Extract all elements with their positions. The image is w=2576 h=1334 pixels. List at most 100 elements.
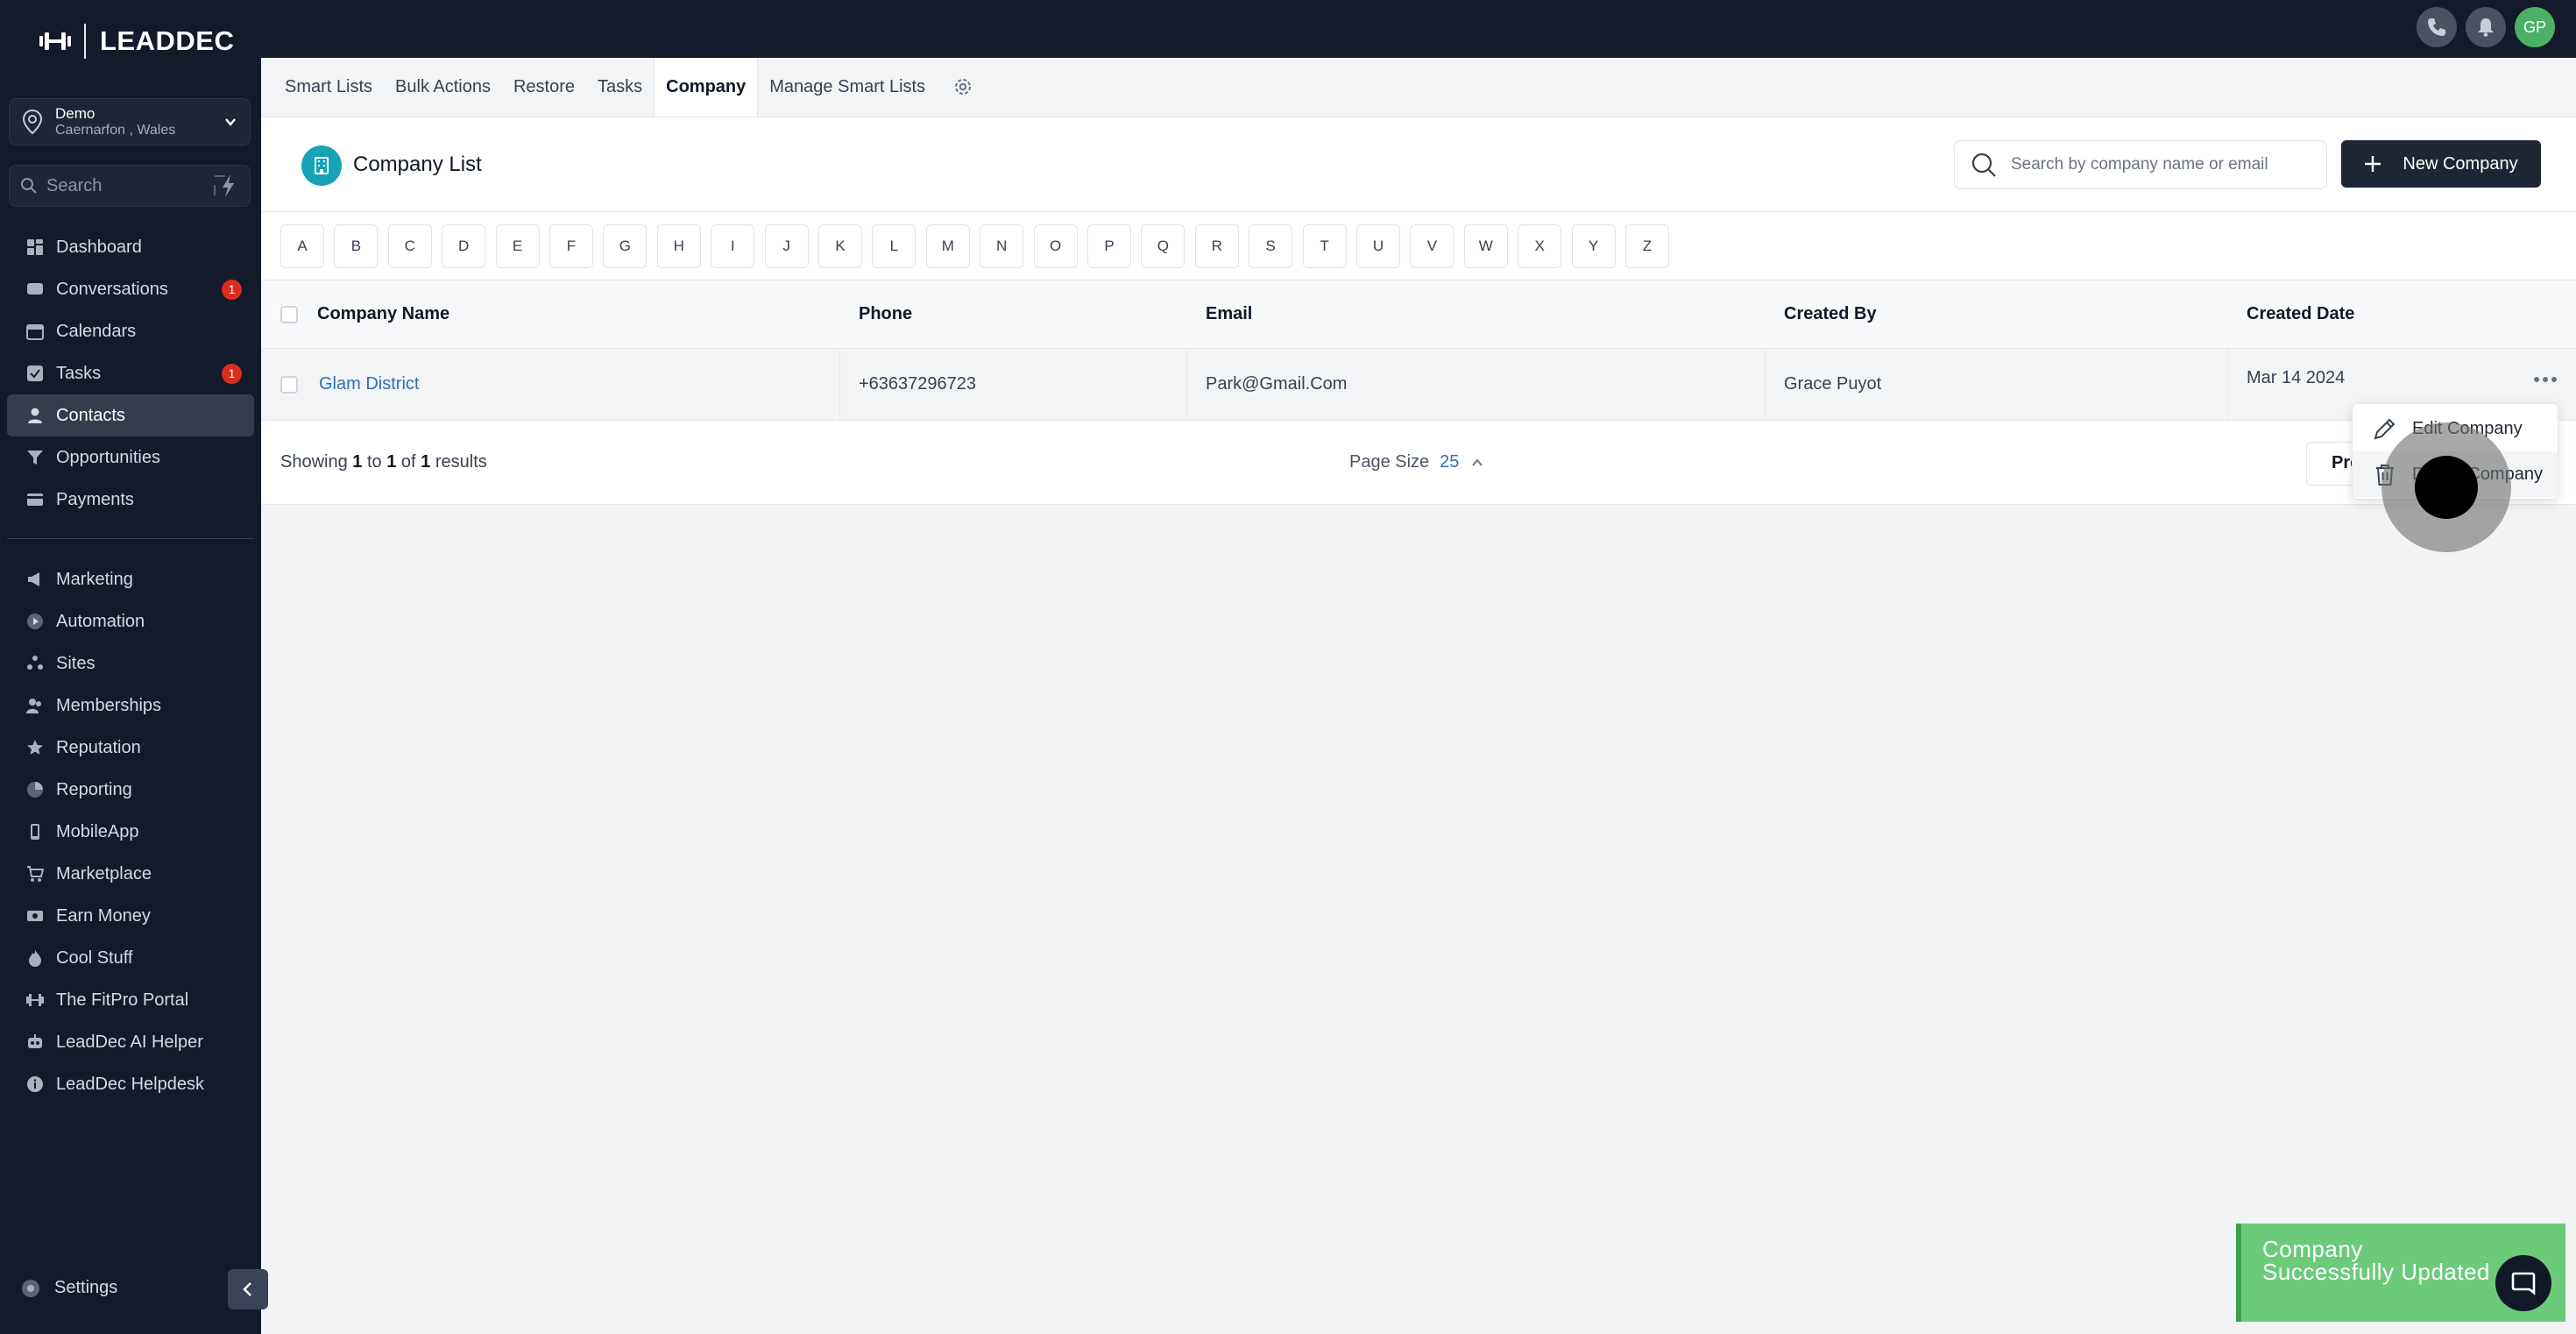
letter-filter-v[interactable]: V [1410,224,1454,268]
sidebar-item-tasks[interactable]: Tasks 1 [7,352,254,394]
notifications-button[interactable] [2466,7,2506,47]
letter-filter-q[interactable]: Q [1141,224,1185,268]
sidebar-item-reporting[interactable]: Reporting [7,769,254,811]
column-created-by[interactable]: Created By [1784,280,1877,348]
letter-filter-r[interactable]: R [1194,224,1239,268]
tab-bulk-actions[interactable]: Bulk Actions [384,58,502,117]
settings-gear-icon[interactable] [952,76,973,97]
card-icon [27,493,43,506]
sidebar-item-fitpro-portal[interactable]: The FitPro Portal [7,979,254,1021]
sidebar-item-opportunities[interactable]: Opportunities [7,436,254,479]
letter-filter-b[interactable]: B [334,224,379,268]
table-row[interactable]: Glam District +63637296723 Park@Gmail.Co… [261,349,2576,421]
sidebar-item-conversations[interactable]: Conversations 1 [7,268,254,310]
new-company-button[interactable]: New Company [2341,140,2541,188]
chat-widget-button[interactable] [2495,1255,2551,1311]
letter-filter-f[interactable]: F [549,224,593,268]
sidebar-item-earn-money[interactable]: Earn Money [7,895,254,937]
letter-filter-o[interactable]: O [1033,224,1078,268]
column-divider [1186,349,1187,420]
letter-filter-h[interactable]: H [656,224,701,268]
letter-filter-c[interactable]: C [387,224,432,268]
column-company-name[interactable]: Company Name [317,280,449,348]
tasks-badge: 1 [222,364,242,384]
chevron-up-icon [1472,458,1483,466]
sidebar-item-ai-helper[interactable]: LeadDec AI Helper [7,1021,254,1063]
letter-filter-e[interactable]: E [495,224,540,268]
brand-logo[interactable]: LEADDEC [39,23,234,60]
letter-filter-i[interactable]: I [711,224,755,268]
letter-filter-s[interactable]: S [1249,224,1293,268]
plus-icon [2365,156,2381,172]
column-created-date[interactable]: Created Date [2247,280,2354,348]
letter-filter-j[interactable]: J [764,224,809,268]
company-search-input[interactable]: Search by company name or email [1954,140,2327,189]
letter-filter-w[interactable]: W [1463,224,1508,268]
sidebar-item-contacts[interactable]: Contacts [7,394,254,436]
sidebar-item-helpdesk[interactable]: LeadDec Helpdesk [7,1063,254,1105]
letter-filter-k[interactable]: K [818,224,862,268]
star-icon [27,740,43,755]
page-size-value: 25 [1440,452,1460,472]
sidebar-item-memberships[interactable]: Memberships [7,685,254,727]
tab-company[interactable]: Company [654,58,759,117]
phone-call-button[interactable] [2417,7,2457,47]
showing-prefix: Showing [280,452,348,472]
sidebar-item-calendars[interactable]: Calendars [7,310,254,352]
company-name-link[interactable]: Glam District [319,349,419,420]
flame-icon [29,950,41,967]
sidebar-item-sites[interactable]: Sites [7,642,254,685]
letter-filter-m[interactable]: M [925,224,970,268]
phone-handset-icon [2428,18,2445,36]
letter-filter-d[interactable]: D [442,224,486,268]
chart-icon [27,782,43,798]
subnav-tabs: Smart Lists Bulk Actions Restore Tasks C… [261,58,2576,117]
page-size-selector[interactable]: Page Size 25 [1349,452,1483,472]
sidebar-item-reputation[interactable]: Reputation [7,727,254,769]
letter-filter-g[interactable]: G [603,224,648,268]
letter-filter-t[interactable]: T [1302,224,1347,268]
sidebar-item-automation[interactable]: Automation [7,600,254,642]
sidebar-item-marketplace[interactable]: Marketplace [7,853,254,895]
sidebar-search-placeholder: Search [46,175,103,195]
sidebar-item-dashboard[interactable]: Dashboard [7,226,254,268]
letter-filter-l[interactable]: L [872,224,916,268]
tab-smart-lists[interactable]: Smart Lists [273,58,384,117]
letter-filter-z[interactable]: Z [1625,224,1669,268]
letter-filter-u[interactable]: U [1356,224,1400,268]
user-avatar[interactable]: GP [2515,7,2555,47]
alphabet-filter: ABCDEFGHIJKLMNOPQRSTUVWXYZ [261,212,2576,280]
tab-manage-smart-lists[interactable]: Manage Smart Lists [758,58,937,117]
column-email[interactable]: Email [1206,280,1252,348]
click-indicator-dot [2415,456,2478,519]
sidebar-search[interactable]: Search [9,165,251,207]
column-phone[interactable]: Phone [859,280,912,348]
row-checkbox[interactable] [280,375,298,394]
letter-filter-n[interactable]: N [980,224,1024,268]
results-suffix: results [435,452,487,472]
nav-secondary: Marketing Automation Sites Memberships R… [7,558,254,1105]
nav-main: Dashboard Conversations 1 Calendars Task… [7,226,254,521]
quick-action-bolt-icon[interactable] [213,173,239,199]
sidebar-item-label: LeadDec AI Helper [56,1032,203,1052]
more-options-icon[interactable] [2532,375,2558,384]
location-switcher[interactable]: Demo Caernarfon , Wales [9,98,251,145]
tab-restore[interactable]: Restore [502,58,586,117]
letter-filter-a[interactable]: A [280,224,324,268]
letter-filter-y[interactable]: Y [1571,224,1616,268]
settings-link[interactable]: Settings [21,1278,117,1298]
sidebar-item-label: LeadDec Helpdesk [56,1074,204,1094]
letter-filter-x[interactable]: X [1518,224,1562,268]
created-by-cell: Grace Puyot [1784,374,1882,394]
collapse-sidebar-button[interactable] [228,1269,268,1309]
tab-tasks[interactable]: Tasks [586,58,654,117]
sidebar-item-payments[interactable]: Payments [7,479,254,521]
sidebar-item-marketing[interactable]: Marketing [7,558,254,600]
select-all-checkbox[interactable] [280,305,298,323]
of-word: of [400,452,416,472]
email-cell: Park@Gmail.Com [1206,374,1348,394]
letter-filter-p[interactable]: P [1087,224,1131,268]
dumbbell-logo-icon [39,32,71,50]
sidebar-item-mobileapp[interactable]: MobileApp [7,811,254,853]
sidebar-item-cool-stuff[interactable]: Cool Stuff [7,937,254,979]
